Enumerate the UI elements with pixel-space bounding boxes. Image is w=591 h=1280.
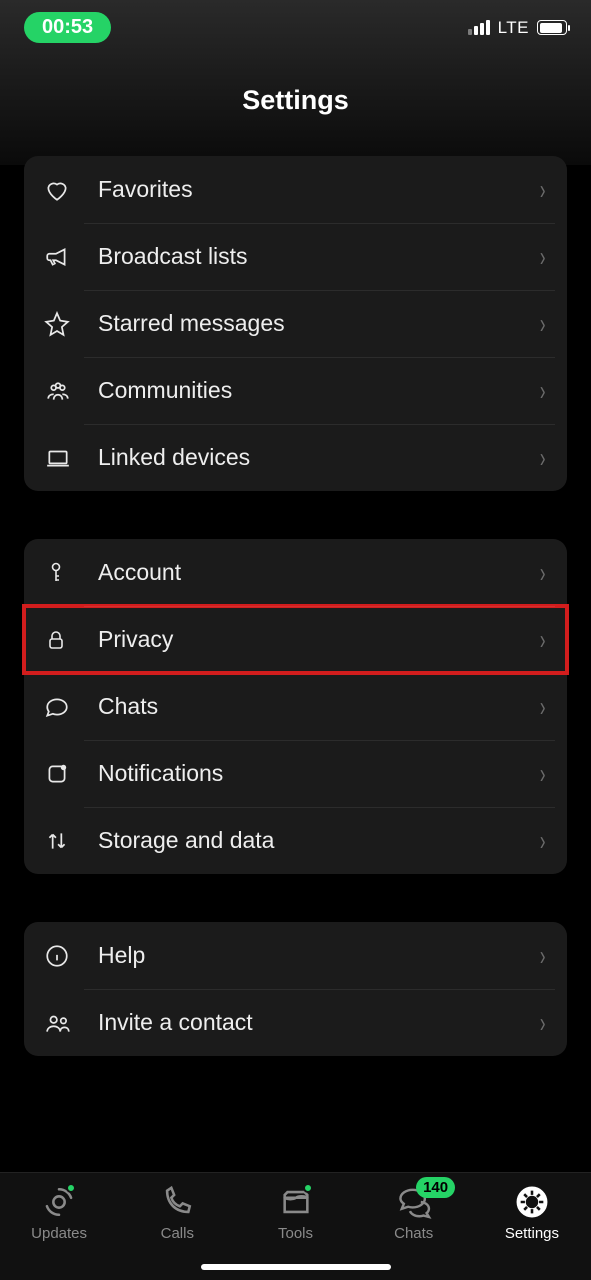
key-icon bbox=[44, 560, 84, 586]
chevron-right-icon: › bbox=[540, 442, 546, 474]
row-label: Starred messages bbox=[98, 310, 538, 337]
row-help[interactable]: Help › bbox=[24, 922, 567, 989]
chevron-right-icon: › bbox=[540, 691, 546, 723]
row-communities[interactable]: Communities › bbox=[24, 357, 567, 424]
tab-label: Updates bbox=[31, 1225, 87, 1242]
row-favorites[interactable]: Favorites › bbox=[24, 156, 567, 223]
lock-icon bbox=[44, 627, 84, 653]
people-icon bbox=[44, 378, 84, 404]
status-right: LTE bbox=[468, 18, 567, 38]
tab-label: Calls bbox=[161, 1225, 194, 1242]
chevron-right-icon: › bbox=[540, 940, 546, 972]
tab-label: Tools bbox=[278, 1225, 313, 1242]
row-label: Help bbox=[98, 942, 538, 969]
chat-bubble-icon bbox=[44, 694, 84, 720]
tab-label: Settings bbox=[505, 1225, 559, 1242]
chevron-right-icon: › bbox=[540, 375, 546, 407]
contacts-icon bbox=[44, 1010, 84, 1036]
row-broadcast[interactable]: Broadcast lists › bbox=[24, 223, 567, 290]
tab-settings[interactable]: Settings bbox=[473, 1185, 591, 1242]
row-chats[interactable]: Chats › bbox=[24, 673, 567, 740]
arrows-up-down-icon bbox=[44, 828, 84, 854]
row-label: Invite a contact bbox=[98, 1009, 538, 1036]
status-time-pill: 00:53 bbox=[24, 12, 111, 43]
row-invite[interactable]: Invite a contact › bbox=[24, 989, 567, 1056]
megaphone-icon bbox=[44, 244, 84, 270]
chevron-right-icon: › bbox=[540, 174, 546, 206]
row-linked-devices[interactable]: Linked devices › bbox=[24, 424, 567, 491]
row-label: Privacy bbox=[98, 626, 538, 653]
heart-icon bbox=[44, 177, 84, 203]
chevron-right-icon: › bbox=[540, 1007, 546, 1039]
row-label: Linked devices bbox=[98, 444, 538, 471]
laptop-icon bbox=[44, 445, 84, 471]
network-label: LTE bbox=[498, 18, 529, 38]
signal-icon bbox=[468, 20, 490, 35]
row-privacy[interactable]: Privacy › bbox=[24, 606, 567, 673]
settings-group-account: Account › Privacy › Chats › Notification… bbox=[24, 539, 567, 874]
chevron-right-icon: › bbox=[540, 825, 546, 857]
row-label: Broadcast lists bbox=[98, 243, 538, 270]
battery-icon bbox=[537, 20, 567, 35]
page-title: Settings bbox=[0, 85, 591, 116]
info-icon bbox=[44, 943, 84, 969]
settings-group-general: Favorites › Broadcast lists › Starred me… bbox=[24, 156, 567, 491]
tab-label: Chats bbox=[394, 1225, 433, 1242]
dot-indicator bbox=[303, 1183, 313, 1193]
row-starred[interactable]: Starred messages › bbox=[24, 290, 567, 357]
row-notifications[interactable]: Notifications › bbox=[24, 740, 567, 807]
row-label: Notifications bbox=[98, 760, 538, 787]
chevron-right-icon: › bbox=[540, 758, 546, 790]
notification-icon bbox=[44, 761, 84, 787]
row-label: Account bbox=[98, 559, 538, 586]
star-icon bbox=[44, 311, 84, 337]
badge-count: 140 bbox=[416, 1177, 455, 1198]
tab-tools[interactable]: Tools bbox=[236, 1185, 354, 1242]
chevron-right-icon: › bbox=[540, 241, 546, 273]
row-label: Storage and data bbox=[98, 827, 538, 854]
chevron-right-icon: › bbox=[540, 624, 546, 656]
chevron-right-icon: › bbox=[540, 308, 546, 340]
chevron-right-icon: › bbox=[540, 557, 546, 589]
tab-chats[interactable]: 140 Chats bbox=[355, 1185, 473, 1242]
home-indicator bbox=[201, 1264, 391, 1270]
row-account[interactable]: Account › bbox=[24, 539, 567, 606]
settings-group-help: Help › Invite a contact › bbox=[24, 922, 567, 1056]
tab-updates[interactable]: Updates bbox=[0, 1185, 118, 1242]
row-label: Favorites bbox=[98, 176, 538, 203]
tab-calls[interactable]: Calls bbox=[118, 1185, 236, 1242]
row-label: Communities bbox=[98, 377, 538, 404]
row-label: Chats bbox=[98, 693, 538, 720]
status-bar: 00:53 LTE bbox=[0, 0, 591, 55]
row-storage[interactable]: Storage and data › bbox=[24, 807, 567, 874]
